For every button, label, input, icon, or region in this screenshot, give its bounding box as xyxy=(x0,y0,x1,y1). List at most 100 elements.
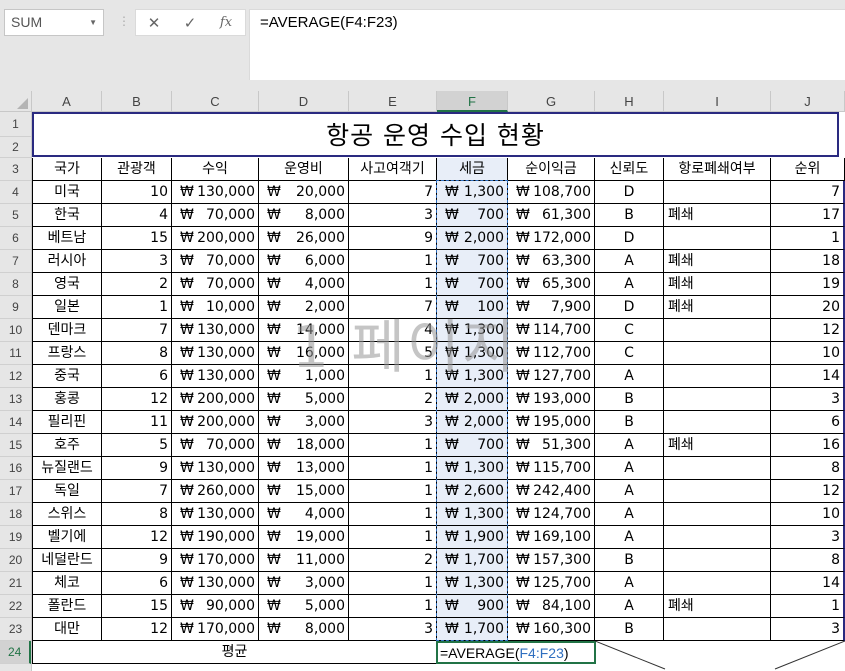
table-cell[interactable]: ₩6,000 xyxy=(259,250,349,273)
row-header-20[interactable]: 20 xyxy=(0,549,31,572)
table-cell[interactable]: 프랑스 xyxy=(32,342,102,365)
table-cell[interactable] xyxy=(664,181,771,204)
column-header-g[interactable]: G xyxy=(508,91,595,112)
table-cell[interactable]: D xyxy=(595,296,664,319)
table-cell[interactable]: ₩130,000 xyxy=(172,342,259,365)
table-cell[interactable]: 7 xyxy=(102,319,172,342)
table-cell[interactable]: B xyxy=(595,411,664,434)
table-cell[interactable]: ₩2,000 xyxy=(259,296,349,319)
table-cell[interactable]: 18 xyxy=(771,250,845,273)
table-cell[interactable]: ₩1,300 xyxy=(437,342,508,365)
table-cell[interactable]: 10 xyxy=(102,181,172,204)
column-label-cell[interactable]: 수익 xyxy=(172,158,259,181)
table-cell[interactable]: 폐쇄 xyxy=(664,595,771,618)
table-cell[interactable]: D xyxy=(595,181,664,204)
table-cell[interactable]: 1 xyxy=(349,503,437,526)
table-cell[interactable]: 폐쇄 xyxy=(664,296,771,319)
table-cell[interactable]: 20 xyxy=(771,296,845,319)
row-header-9[interactable]: 9 xyxy=(0,296,31,319)
table-cell[interactable]: ₩200,000 xyxy=(172,227,259,250)
table-cell[interactable]: ₩100 xyxy=(437,296,508,319)
active-cell-editor[interactable]: =AVERAGE(F4:F23) xyxy=(436,641,596,664)
table-cell[interactable]: ₩2,000 xyxy=(437,227,508,250)
column-label-cell[interactable]: 순위 xyxy=(771,158,845,181)
table-cell[interactable]: ₩130,000 xyxy=(172,503,259,526)
column-label-cell[interactable]: 순이익금 xyxy=(508,158,595,181)
table-cell[interactable]: ₩1,300 xyxy=(437,503,508,526)
table-cell[interactable]: 2 xyxy=(349,549,437,572)
table-cell[interactable]: ₩190,000 xyxy=(172,526,259,549)
table-cell[interactable]: 5 xyxy=(102,434,172,457)
table-cell[interactable]: ₩3,000 xyxy=(259,572,349,595)
table-cell[interactable]: 1 xyxy=(349,365,437,388)
table-cell[interactable]: A xyxy=(595,250,664,273)
table-cell[interactable]: 4 xyxy=(349,319,437,342)
table-cell[interactable]: 1 xyxy=(349,457,437,480)
table-cell[interactable]: ₩1,300 xyxy=(437,572,508,595)
select-all-button[interactable] xyxy=(0,91,32,112)
table-cell[interactable]: 덴마크 xyxy=(32,319,102,342)
table-cell[interactable]: ₩5,000 xyxy=(259,388,349,411)
table-cell[interactable]: 10 xyxy=(771,503,845,526)
table-cell[interactable]: ₩70,000 xyxy=(172,250,259,273)
table-cell[interactable]: ₩1,700 xyxy=(437,549,508,572)
row-header-18[interactable]: 18 xyxy=(0,503,31,526)
table-cell[interactable]: C xyxy=(595,342,664,365)
table-cell[interactable]: ₩130,000 xyxy=(172,457,259,480)
table-cell[interactable]: 3 xyxy=(102,250,172,273)
table-cell[interactable]: A xyxy=(595,526,664,549)
row-header-6[interactable]: 6 xyxy=(0,227,31,250)
table-cell[interactable]: ₩170,000 xyxy=(172,549,259,572)
row-header-7[interactable]: 7 xyxy=(0,250,31,273)
table-cell[interactable]: ₩19,000 xyxy=(259,526,349,549)
table-cell[interactable]: ₩70,000 xyxy=(172,434,259,457)
table-cell[interactable]: ₩7,900 xyxy=(508,296,595,319)
table-cell[interactable]: ₩13,000 xyxy=(259,457,349,480)
row-header-8[interactable]: 8 xyxy=(0,273,31,296)
table-cell[interactable]: ₩8,000 xyxy=(259,204,349,227)
table-cell[interactable]: 폴란드 xyxy=(32,595,102,618)
row-header-19[interactable]: 19 xyxy=(0,526,31,549)
table-cell[interactable]: 8 xyxy=(771,457,845,480)
row-header-24[interactable]: 24 xyxy=(0,641,31,664)
table-cell[interactable]: ₩193,000 xyxy=(508,388,595,411)
table-cell[interactable]: 15 xyxy=(102,595,172,618)
table-cell[interactable] xyxy=(664,319,771,342)
table-cell[interactable]: B xyxy=(595,204,664,227)
column-label-cell[interactable]: 사고여객기 xyxy=(349,158,437,181)
table-cell[interactable] xyxy=(664,365,771,388)
table-cell[interactable]: A xyxy=(595,365,664,388)
table-cell[interactable] xyxy=(664,526,771,549)
table-cell[interactable]: ₩1,300 xyxy=(437,181,508,204)
table-cell[interactable]: A xyxy=(595,273,664,296)
column-header-f[interactable]: F xyxy=(437,91,508,112)
column-label-cell[interactable]: 신뢰도 xyxy=(595,158,664,181)
table-cell[interactable]: 2 xyxy=(102,273,172,296)
table-cell[interactable]: ₩10,000 xyxy=(172,296,259,319)
row-header-12[interactable]: 12 xyxy=(0,365,31,388)
table-cell[interactable]: 2 xyxy=(349,388,437,411)
column-label-cell[interactable]: 항로폐쇄여부 xyxy=(664,158,771,181)
table-cell[interactable]: 3 xyxy=(771,618,845,641)
row-header-17[interactable]: 17 xyxy=(0,480,31,503)
chevron-down-icon[interactable]: ▼ xyxy=(89,18,97,27)
table-cell[interactable]: ₩1,700 xyxy=(437,618,508,641)
table-cell[interactable]: ₩242,400 xyxy=(508,480,595,503)
table-cell[interactable]: 9 xyxy=(102,457,172,480)
table-cell[interactable]: 3 xyxy=(771,526,845,549)
table-cell[interactable]: 독일 xyxy=(32,480,102,503)
average-label-cell[interactable]: 평균 xyxy=(32,641,437,664)
table-cell[interactable]: B xyxy=(595,388,664,411)
table-cell[interactable]: ₩2,000 xyxy=(437,411,508,434)
column-header-e[interactable]: E xyxy=(349,91,437,112)
table-cell[interactable]: D xyxy=(595,227,664,250)
table-cell[interactable]: 미국 xyxy=(32,181,102,204)
table-cell[interactable]: ₩84,100 xyxy=(508,595,595,618)
close-icon[interactable]: ✕ xyxy=(142,14,166,32)
insert-function-icon[interactable]: fx xyxy=(214,14,238,32)
table-cell[interactable]: 4 xyxy=(102,204,172,227)
table-cell[interactable]: ₩700 xyxy=(437,273,508,296)
table-cell[interactable]: ₩11,000 xyxy=(259,549,349,572)
table-cell[interactable]: 3 xyxy=(349,618,437,641)
table-cell[interactable]: 1 xyxy=(349,273,437,296)
